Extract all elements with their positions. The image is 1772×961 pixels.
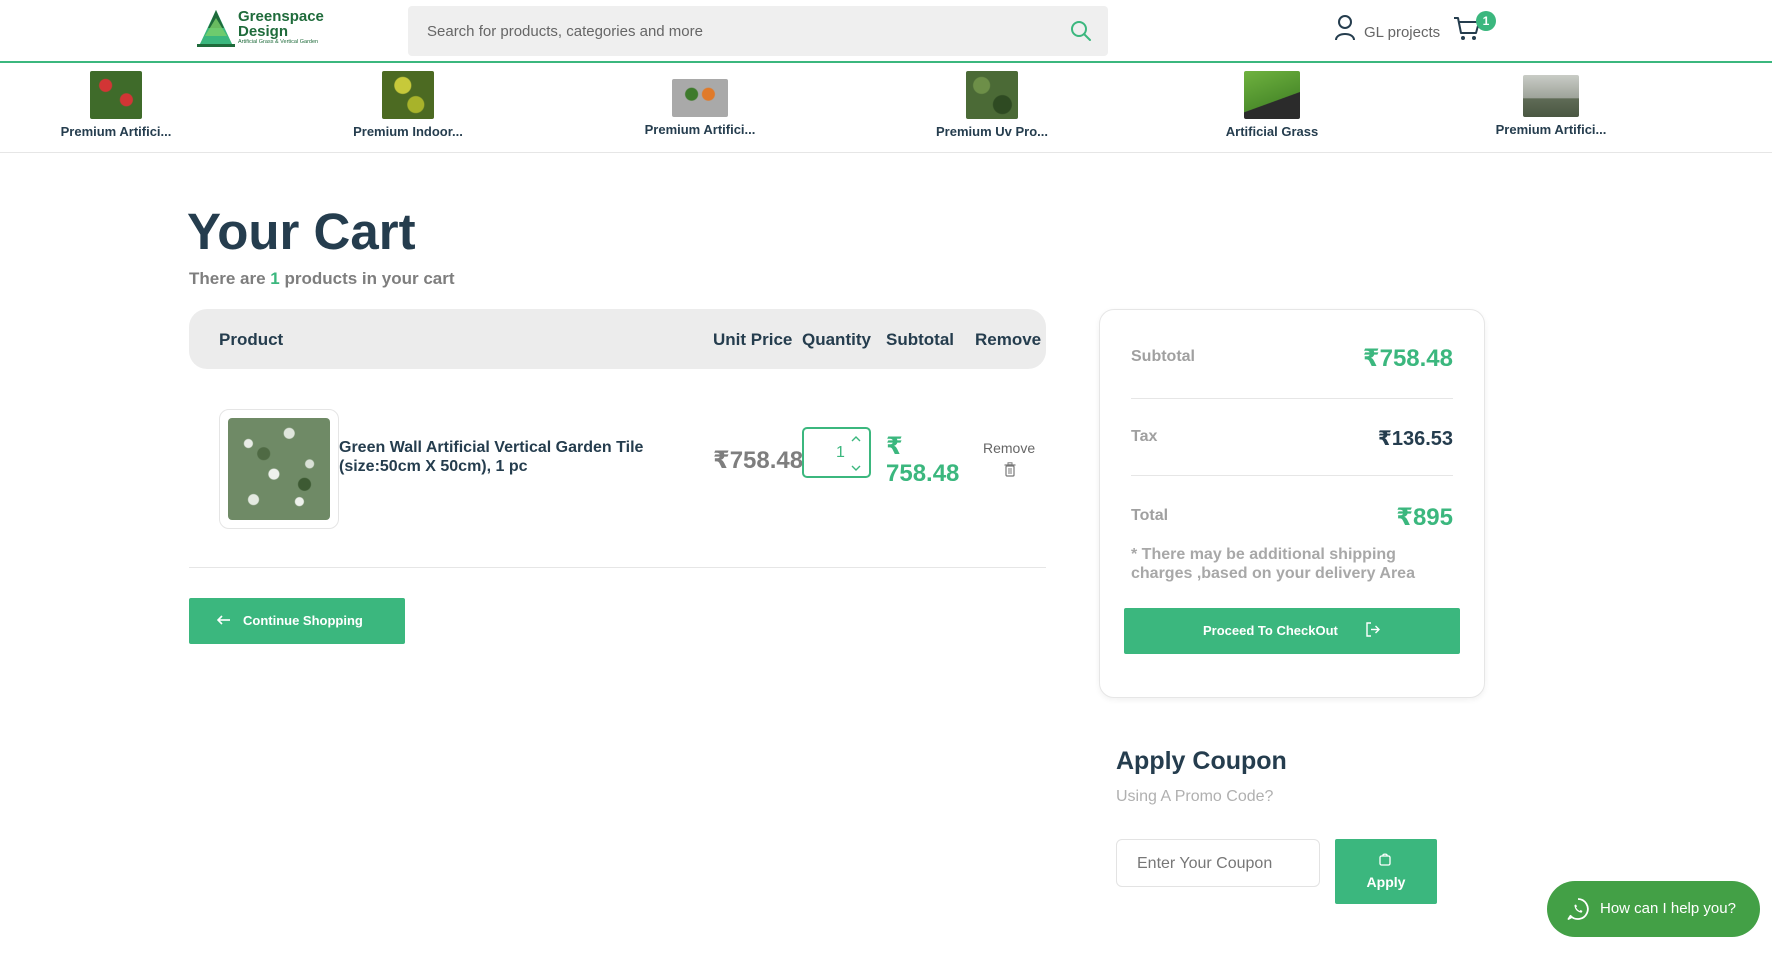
coupon-title: Apply Coupon	[1116, 747, 1287, 775]
category-label: Premium Artifici...	[1495, 122, 1607, 137]
column-header-subtotal: Subtotal	[886, 330, 954, 349]
logo-name: Greenspace Design	[238, 8, 324, 40]
column-header-product: Product	[219, 330, 284, 349]
category-label: Premium Uv Pro...	[936, 124, 1048, 139]
category-strip: Premium Artifici... Premium Indoor... Pr…	[0, 65, 1772, 153]
shipping-note: * There may be additional shipping charg…	[1131, 546, 1415, 582]
cart-count-badge: 1	[1476, 11, 1496, 31]
category-item[interactable]: Premium Artifici...	[41, 71, 191, 139]
summary-divider	[1131, 475, 1453, 476]
summary-subtotal-value: ₹758.48	[1362, 345, 1453, 372]
whatsapp-icon	[1567, 898, 1589, 920]
search-bar[interactable]: Search for products, categories and more	[408, 6, 1108, 56]
column-header-quantity: Quantity	[802, 330, 871, 349]
coupon-subtitle: Using A Promo Code?	[1116, 788, 1274, 805]
unit-price: ₹758.48	[713, 447, 804, 474]
site-header: Greenspace Design Artificial Grass & Ver…	[0, 0, 1772, 63]
account-label: GL projects	[1364, 24, 1441, 41]
exit-icon	[1366, 622, 1380, 637]
cart-count-prefix: There are	[189, 269, 266, 288]
arrow-left-icon	[217, 615, 230, 625]
cart-count-number: 1	[270, 269, 280, 288]
order-summary: Subtotal ₹758.48 Tax ₹136.53 Total ₹895 …	[1099, 309, 1485, 698]
user-icon	[1335, 15, 1355, 41]
category-label: Premium Indoor...	[353, 124, 463, 139]
coupon-icon	[1379, 853, 1391, 866]
coupon-placeholder[interactable]: Enter Your Coupon	[1137, 855, 1272, 873]
apply-label: Apply	[1366, 874, 1406, 890]
continue-shopping-button[interactable]: Continue Shopping	[189, 598, 405, 644]
category-thumbnail	[90, 71, 142, 119]
product-image	[228, 418, 330, 520]
chevron-up-icon[interactable]	[851, 435, 861, 443]
quantity-stepper[interactable]: 1	[802, 427, 871, 478]
summary-tax-label: Tax	[1131, 428, 1158, 445]
search-icon[interactable]	[1070, 20, 1092, 42]
summary-total-value: ₹895	[1396, 504, 1453, 531]
row-subtotal-currency: ₹	[886, 433, 903, 460]
trash-icon[interactable]	[1004, 462, 1016, 477]
product-name[interactable]: Green Wall Artificial Vertical Garden Ti…	[339, 438, 679, 476]
proceed-to-checkout-button[interactable]: Proceed To CheckOut	[1124, 608, 1460, 654]
column-header-unit-price: Unit Price	[713, 330, 793, 349]
summary-total-label: Total	[1131, 507, 1169, 524]
row-subtotal-value: 758.48	[886, 460, 960, 487]
checkout-label: Proceed To CheckOut	[1203, 623, 1338, 638]
category-thumbnail	[1244, 71, 1300, 119]
column-header-remove: Remove	[975, 330, 1042, 349]
category-thumbnail	[1523, 75, 1579, 117]
apply-coupon-button[interactable]: Apply	[1335, 839, 1437, 904]
search-input[interactable]: Search for products, categories and more	[427, 23, 703, 40]
remove-button[interactable]: Remove	[983, 440, 1035, 456]
category-thumbnail	[672, 79, 728, 117]
row-divider	[189, 567, 1046, 568]
category-label: Premium Artifici...	[644, 122, 756, 137]
category-item[interactable]: Premium Artifici...	[1476, 71, 1626, 137]
category-label: Artificial Grass	[1225, 124, 1319, 139]
cart-count-suffix: products in your cart	[284, 269, 455, 288]
category-thumbnail	[382, 71, 434, 119]
category-item[interactable]: Artificial Grass	[1197, 71, 1347, 139]
category-item[interactable]: Premium Artifici...	[625, 71, 775, 137]
logo-tagline: Artificial Grass & Vertical Garden	[238, 39, 319, 45]
summary-subtotal-label: Subtotal	[1131, 348, 1195, 365]
chevron-down-icon[interactable]	[851, 464, 861, 472]
continue-shopping-label: Continue Shopping	[243, 613, 363, 628]
page-title: Your Cart	[187, 203, 416, 260]
whatsapp-label: How can I help you?	[1600, 900, 1736, 917]
summary-tax-value: ₹136.53	[1377, 428, 1453, 450]
quantity-value[interactable]: 1	[836, 444, 845, 462]
whatsapp-chat-button[interactable]: How can I help you?	[1547, 881, 1760, 937]
logo[interactable]: Greenspace Design Artificial Grass & Ver…	[195, 8, 340, 48]
cart-count-text: There are 1 products in your cart	[189, 269, 455, 289]
category-item[interactable]: Premium Uv Pro...	[917, 71, 1067, 139]
summary-divider	[1131, 398, 1453, 399]
category-thumbnail	[966, 71, 1018, 119]
category-label: Premium Artifici...	[60, 124, 172, 139]
product-thumbnail[interactable]	[219, 409, 339, 529]
logo-mark-icon	[197, 10, 235, 47]
coupon-input[interactable]: Enter Your Coupon	[1116, 839, 1320, 887]
category-item[interactable]: Premium Indoor...	[333, 71, 483, 139]
cart-table-header: Product Unit Price Quantity Subtotal Rem…	[189, 309, 1046, 369]
